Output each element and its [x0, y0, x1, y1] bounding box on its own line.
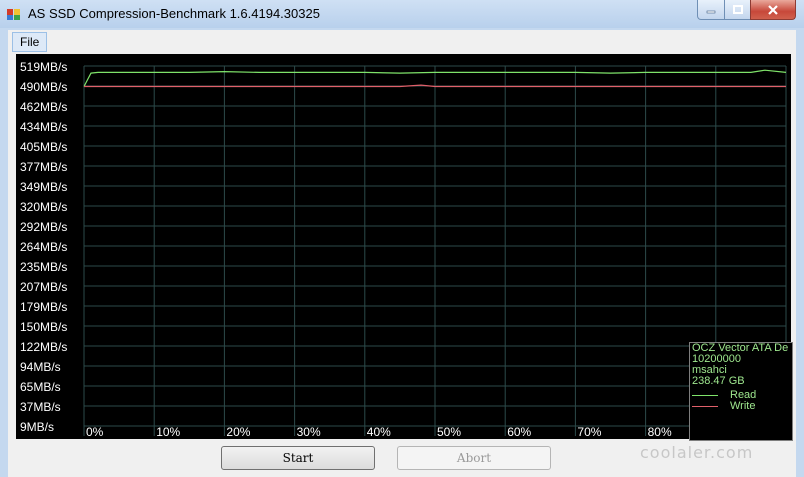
minimize-button[interactable]: [697, 0, 725, 20]
close-button[interactable]: [750, 0, 796, 20]
y-tick-label: 150MB/s: [20, 320, 67, 334]
menu-file[interactable]: File: [12, 32, 48, 52]
client-area: 519MB/s 490MB/s 462MB/s 434MB/s 405MB/s 377MB…: [8, 52, 796, 477]
x-tick-label: 0%: [86, 425, 104, 439]
x-tick-label: 20%: [226, 425, 250, 439]
x-tick-label: 30%: [297, 425, 321, 439]
y-tick-label: 264MB/s: [20, 240, 67, 254]
y-tick-label: 9MB/s: [20, 420, 54, 434]
y-tick-label: 405MB/s: [20, 140, 67, 154]
y-tick-label: 519MB/s: [20, 60, 67, 74]
watermark-logo: coolaler.com: [640, 443, 754, 462]
abort-button: Abort: [397, 446, 551, 470]
benchmark-chart: 519MB/s 490MB/s 462MB/s 434MB/s 405MB/s 377MB…: [16, 54, 793, 441]
window-title: AS SSD Compression-Benchmark 1.6.4194.30…: [28, 6, 320, 21]
legend-read-swatch: [692, 395, 718, 396]
y-tick-label: 37MB/s: [20, 400, 61, 414]
drive-legend: OCZ Vector ATA De 10200000 msahci 238.47…: [689, 342, 793, 441]
x-tick-label: 40%: [367, 425, 391, 439]
y-tick-label: 179MB/s: [20, 300, 67, 314]
y-tick-label: 462MB/s: [20, 100, 67, 114]
legend-capacity: 238.47 GB: [692, 375, 745, 387]
title-bar[interactable]: AS SSD Compression-Benchmark 1.6.4194.30…: [0, 0, 804, 28]
maximize-icon: [732, 5, 743, 14]
y-tick-label: 292MB/s: [20, 220, 67, 234]
app-icon: [7, 9, 20, 20]
y-tick-label: 349MB/s: [20, 180, 67, 194]
maximize-button[interactable]: [724, 0, 751, 20]
legend-write-swatch: [692, 406, 718, 407]
start-button[interactable]: Start: [221, 446, 375, 470]
close-icon: [768, 4, 778, 15]
y-tick-label: 377MB/s: [20, 160, 67, 174]
x-tick-label: 10%: [156, 425, 180, 439]
x-tick-label: 50%: [437, 425, 461, 439]
x-tick-label: 60%: [507, 425, 531, 439]
minimize-icon: [706, 10, 716, 13]
y-tick-label: 207MB/s: [20, 280, 67, 294]
y-tick-label: 235MB/s: [20, 260, 67, 274]
y-tick-label: 434MB/s: [20, 120, 67, 134]
y-tick-label: 65MB/s: [20, 380, 61, 394]
x-tick-label: 80%: [648, 425, 672, 439]
app-window: AS SSD Compression-Benchmark 1.6.4194.30…: [0, 0, 804, 477]
menu-bar: File: [8, 30, 796, 52]
chart-svg: 519MB/s 490MB/s 462MB/s 434MB/s 405MB/s 377MB…: [20, 60, 791, 439]
y-tick-label: 122MB/s: [20, 340, 67, 354]
y-tick-label: 94MB/s: [20, 360, 61, 374]
y-tick-label: 490MB/s: [20, 80, 67, 94]
legend-write-label: Write: [730, 400, 756, 412]
x-tick-label: 70%: [577, 425, 601, 439]
y-tick-label: 320MB/s: [20, 200, 67, 214]
